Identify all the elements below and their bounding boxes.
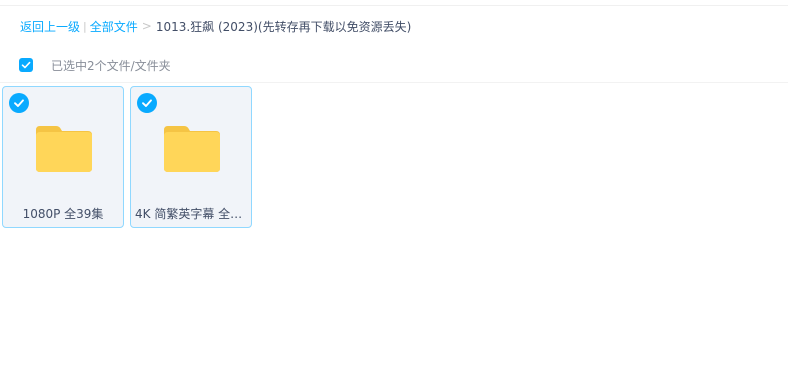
selected-check-icon[interactable] <box>137 93 157 113</box>
checkmark-icon <box>21 61 31 69</box>
selection-bar: 已选中2个文件/文件夹 <box>19 57 171 73</box>
back-link[interactable]: 返回上一级 <box>20 18 80 35</box>
file-tile[interactable]: 4K 简繁英字幕 全3… <box>130 86 252 228</box>
folder-icon <box>36 126 92 172</box>
selected-check-icon[interactable] <box>9 93 29 113</box>
select-all-checkbox[interactable] <box>19 58 33 72</box>
toolbar-divider <box>0 82 788 83</box>
breadcrumb-separator: | <box>83 19 87 33</box>
file-name: 4K 简繁英字幕 全3… <box>135 207 247 221</box>
file-browser: 返回上一级 | 全部文件 > 1013.狂飙 (2023)(先转存再下载以免资源… <box>0 0 788 387</box>
top-divider <box>0 5 788 6</box>
folder-icon <box>164 126 220 172</box>
selection-count-text: 已选中2个文件/文件夹 <box>51 58 171 73</box>
file-name: 1080P 全39集 <box>22 207 104 221</box>
breadcrumb-arrow: > <box>141 19 152 33</box>
breadcrumb: 返回上一级 | 全部文件 > 1013.狂飙 (2023)(先转存再下载以免资源… <box>20 17 411 35</box>
current-folder-title: 1013.狂飙 (2023)(先转存再下载以免资源丢失) <box>155 19 412 34</box>
file-tile[interactable]: 1080P 全39集 <box>2 86 124 228</box>
all-files-link[interactable]: 全部文件 <box>90 18 138 35</box>
